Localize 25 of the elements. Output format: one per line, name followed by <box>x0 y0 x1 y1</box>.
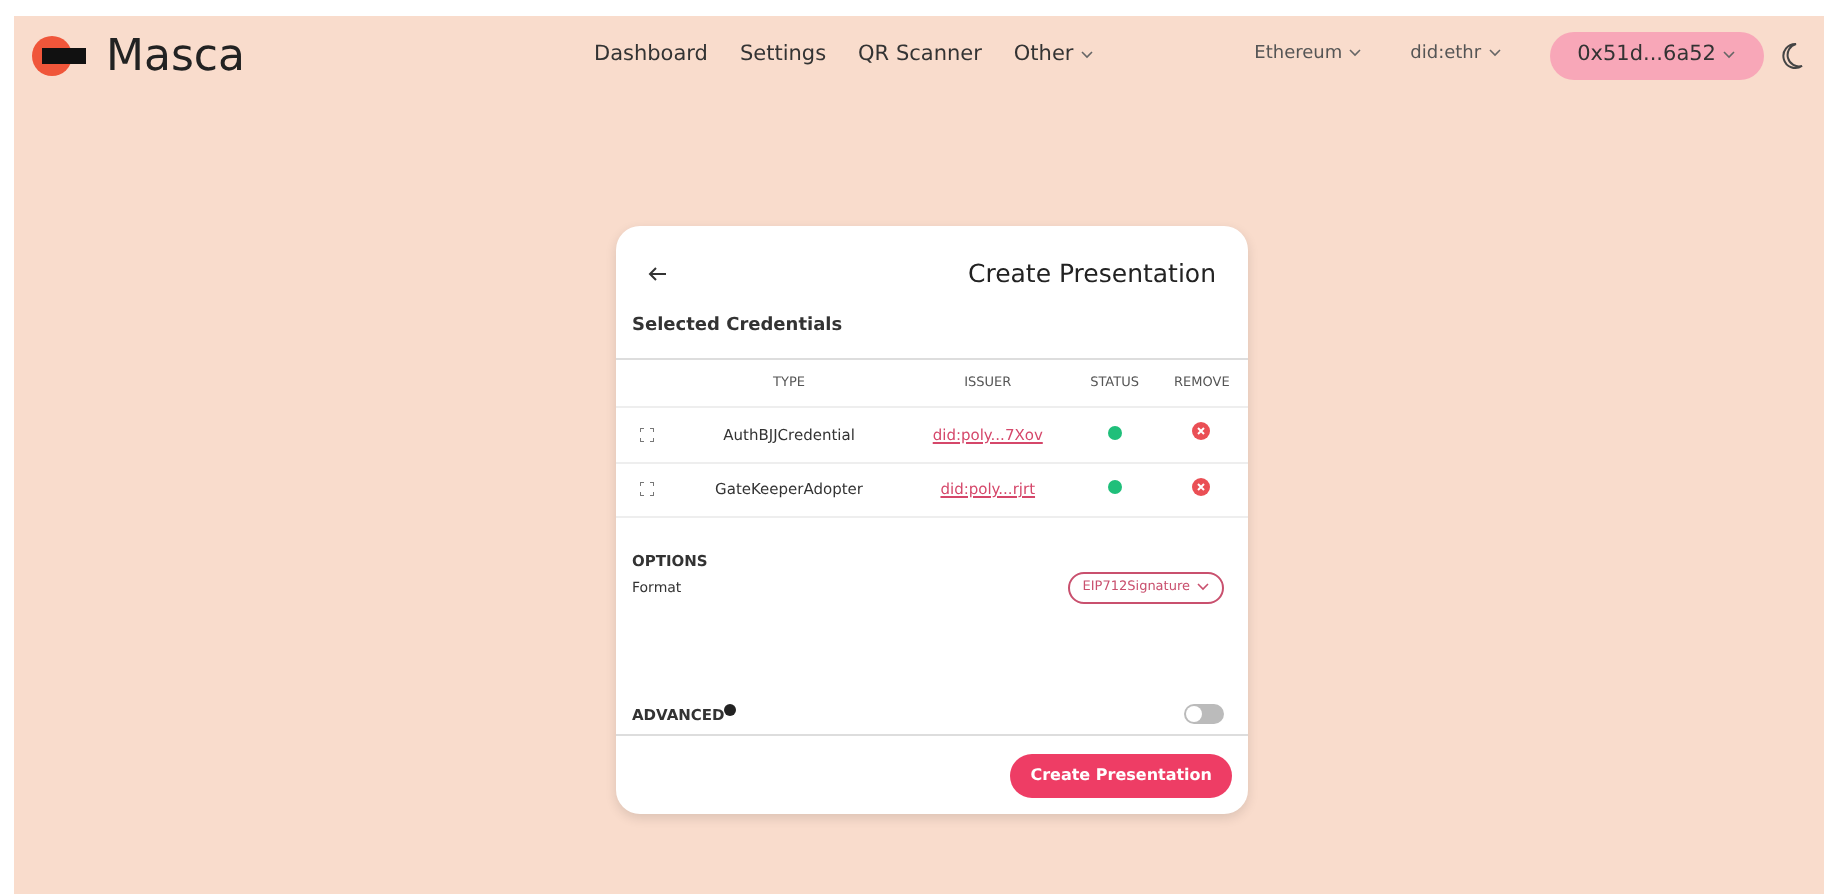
dark-mode-icon[interactable] <box>1780 42 1804 70</box>
nav-link[interactable]: Settings <box>739 40 827 72</box>
remove-icon[interactable] <box>1192 422 1211 441</box>
logo-icon <box>30 34 90 78</box>
nav-link[interactable]: QR Scanner <box>858 40 982 72</box>
brand-name: Masca <box>106 29 246 85</box>
create-presentation-button[interactable]: Create Presentation <box>1010 754 1232 798</box>
back-arrow-icon[interactable] <box>648 266 668 282</box>
nav-dropdown[interactable]: Other <box>1013 40 1094 72</box>
nav-link[interactable]: Dashboard <box>594 40 708 72</box>
info-icon[interactable] <box>724 703 737 716</box>
expand-icon[interactable] <box>639 428 653 443</box>
account-button[interactable]: 0x51d...6a52 <box>1549 32 1764 80</box>
remove-icon[interactable] <box>1192 477 1211 495</box>
chevron-down-icon <box>1079 49 1094 60</box>
chevron-down-icon <box>1196 581 1210 592</box>
advanced-toggle[interactable] <box>1184 704 1224 725</box>
chevron-down-icon <box>1722 49 1736 60</box>
card-title: Create Presentation <box>967 255 1216 292</box>
chevron-down-icon <box>1348 48 1363 59</box>
method-dropdown[interactable]: did:ethr <box>1410 42 1502 70</box>
chevron-down-icon <box>1487 48 1502 59</box>
section-title: Selected Credentials <box>630 314 845 340</box>
expand-icon[interactable] <box>639 482 653 497</box>
network-dropdown[interactable]: Ethereum <box>1254 42 1363 70</box>
